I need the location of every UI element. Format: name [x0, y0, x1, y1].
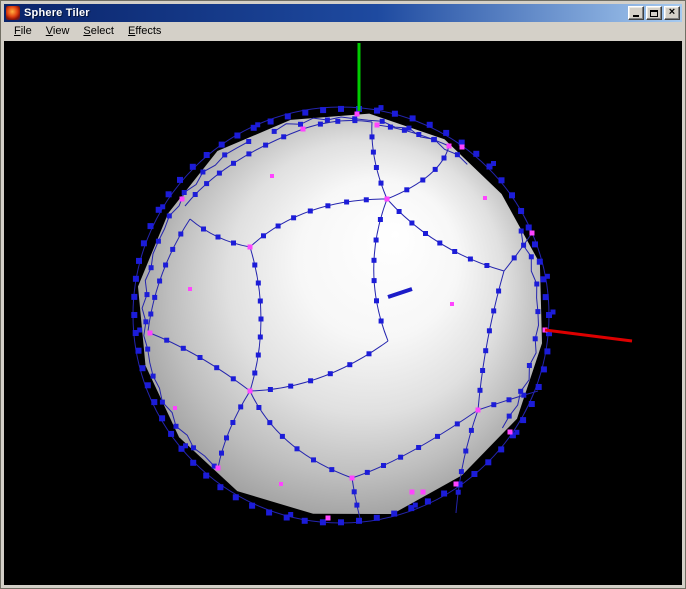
- window-title: Sphere Tiler: [24, 7, 628, 19]
- app-window: Sphere Tiler × File View Select Effects: [0, 0, 686, 589]
- menu-view[interactable]: View: [39, 23, 77, 40]
- gl-canvas[interactable]: [4, 41, 682, 585]
- maximize-button[interactable]: [646, 6, 662, 20]
- menu-bar: File View Select Effects: [4, 22, 682, 41]
- menu-file[interactable]: File: [7, 23, 39, 40]
- menu-effects[interactable]: Effects: [121, 23, 168, 40]
- close-button[interactable]: ×: [664, 6, 680, 20]
- close-icon: ×: [669, 7, 675, 18]
- window-controls: ×: [628, 6, 680, 20]
- maximize-icon: [650, 10, 658, 17]
- title-bar[interactable]: Sphere Tiler ×: [4, 4, 682, 22]
- app-icon: [6, 6, 20, 20]
- gl-viewport[interactable]: [4, 41, 682, 585]
- menu-select[interactable]: Select: [76, 23, 121, 40]
- minimize-button[interactable]: [628, 6, 644, 20]
- minimize-icon: [633, 15, 639, 17]
